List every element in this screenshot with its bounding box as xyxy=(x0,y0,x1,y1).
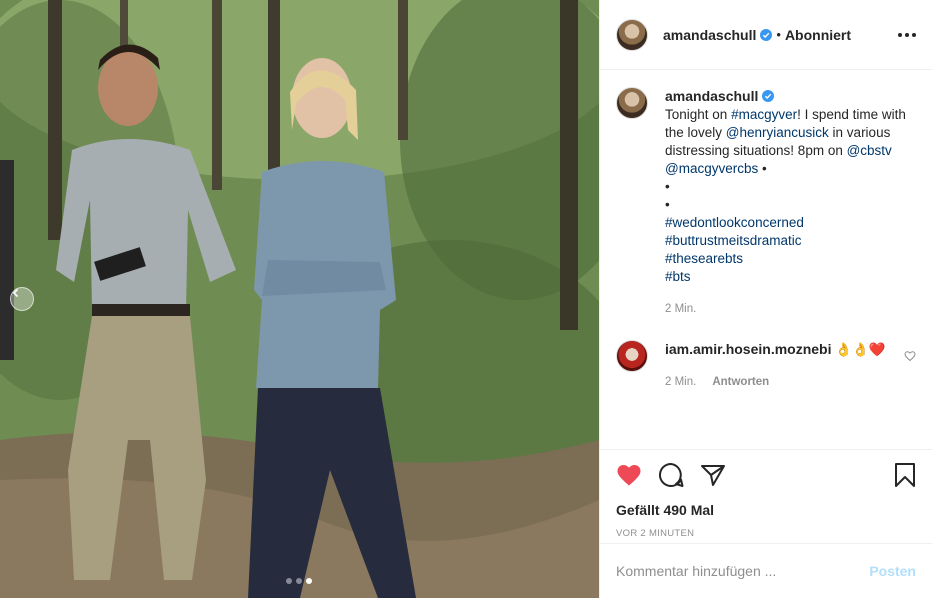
avatar[interactable] xyxy=(616,87,648,119)
follow-status-button[interactable]: Abonniert xyxy=(785,27,851,43)
previous-photo-button[interactable] xyxy=(10,287,34,311)
add-comment-bar: Posten xyxy=(600,543,932,598)
more-options-button[interactable] xyxy=(898,32,916,37)
caption-bullet: • xyxy=(665,197,670,212)
post-side-panel: amandaschull • Abonniert amandaschull To… xyxy=(599,0,932,598)
save-bookmark-icon[interactable] xyxy=(894,462,916,488)
post-comment-button[interactable]: Posten xyxy=(869,563,916,579)
verified-badge-icon xyxy=(760,28,773,41)
hashtag-link[interactable]: #thesearebts xyxy=(665,250,916,268)
carousel-indicator xyxy=(286,578,312,584)
share-icon[interactable] xyxy=(700,463,726,487)
action-icons xyxy=(616,460,916,490)
comment-input[interactable] xyxy=(616,563,870,579)
comment-time[interactable]: 2 Min. xyxy=(665,373,696,391)
comment-username[interactable]: iam.amir.hosein.moznebi xyxy=(665,341,832,357)
post-photo[interactable] xyxy=(0,0,599,598)
mention-link[interactable]: @cbstv xyxy=(847,143,892,158)
caption-comment: amandaschull Tonight on #macgyver! I spe… xyxy=(616,87,916,318)
caption-username[interactable]: amandaschull xyxy=(665,88,758,104)
like-heart-icon[interactable] xyxy=(616,463,642,487)
post-header: amandaschull • Abonniert xyxy=(600,0,932,70)
more-horizontal-icon xyxy=(898,32,902,37)
header-user-info: amandaschull • Abonniert xyxy=(663,27,851,43)
mention-link[interactable]: @macgyvercbs xyxy=(665,161,758,176)
avatar[interactable] xyxy=(616,18,648,51)
carousel-dot xyxy=(296,578,302,584)
hashtag-link[interactable]: #macgyver xyxy=(731,107,797,122)
caption-time[interactable]: 2 Min. xyxy=(665,300,696,318)
comment-item: iam.amir.hosein.moznebi 👌👌❤️ 2 Min. Antw… xyxy=(616,340,916,391)
verified-badge-icon xyxy=(762,90,775,102)
post-timestamp[interactable]: VOR 2 MINUTEN xyxy=(616,528,916,539)
comment-text: 👌👌❤️ xyxy=(835,342,886,357)
carousel-dot xyxy=(286,578,292,584)
comment-like-icon[interactable] xyxy=(904,350,916,362)
reply-button[interactable]: Antworten xyxy=(712,373,769,391)
comments-list: amandaschull Tonight on #macgyver! I spe… xyxy=(600,71,932,449)
likes-count[interactable]: Gefällt 490 Mal xyxy=(616,502,916,518)
header-username[interactable]: amandaschull xyxy=(663,27,756,43)
hashtag-link[interactable]: #wedontlookconcerned xyxy=(665,214,916,232)
comment-body: iam.amir.hosein.moznebi 👌👌❤️ 2 Min. Antw… xyxy=(665,340,887,391)
hashtag-link[interactable]: #bts xyxy=(665,268,916,286)
caption-bullet: • xyxy=(665,179,670,194)
carousel-dot-active xyxy=(306,578,312,584)
avatar[interactable] xyxy=(616,340,648,372)
post-actions: Gefällt 490 Mal VOR 2 MINUTEN xyxy=(600,449,932,539)
mention-link[interactable]: @henryiancusick xyxy=(726,125,829,140)
chevron-left-icon xyxy=(12,288,19,298)
caption-text: Tonight on #macgyver! I spend time with … xyxy=(665,106,916,286)
hashtag-link[interactable]: #buttrustmeitsdramatic xyxy=(665,232,916,250)
caption-body: amandaschull Tonight on #macgyver! I spe… xyxy=(665,87,916,318)
comment-icon[interactable] xyxy=(658,462,684,488)
header-separator: • xyxy=(776,27,781,42)
comment-meta: 2 Min. Antworten xyxy=(665,373,887,391)
photo-scene xyxy=(0,0,599,598)
caption-meta: 2 Min. xyxy=(665,300,916,318)
